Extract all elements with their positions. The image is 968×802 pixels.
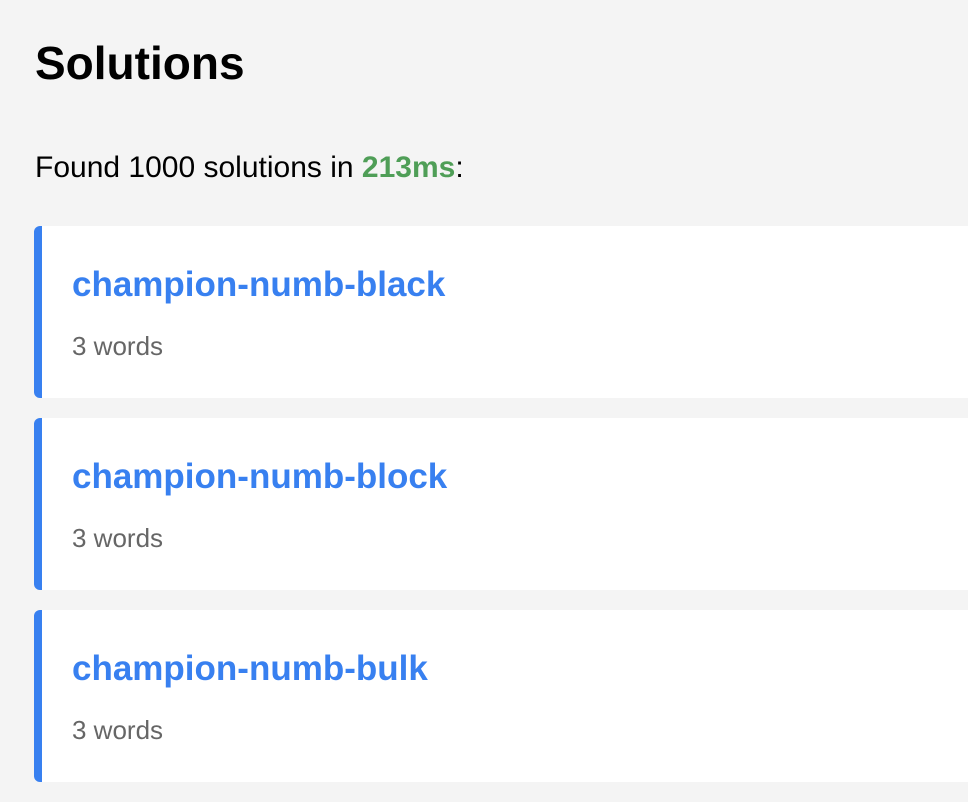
summary-text: Found 1000 solutions in	[35, 151, 362, 184]
page-title: Solutions	[35, 37, 245, 89]
solution-card[interactable]: champion-numb-black 3 words	[34, 226, 968, 398]
elapsed-time: 213ms	[361, 151, 456, 184]
summary-suffix: :	[455, 151, 464, 184]
solution-title[interactable]: champion-numb-black	[72, 264, 445, 306]
solution-card[interactable]: champion-numb-bulk 3 words	[34, 610, 968, 782]
results-summary: Found 1000 solutions in 213ms:	[35, 150, 464, 186]
solution-card[interactable]: champion-numb-block 3 words	[34, 418, 968, 590]
solution-title[interactable]: champion-numb-bulk	[72, 648, 428, 690]
solution-word-count: 3 words	[72, 715, 164, 745]
solution-word-count: 3 words	[72, 523, 164, 553]
solution-list: champion-numb-black 3 words champion-num…	[34, 226, 968, 802]
solution-title[interactable]: champion-numb-block	[72, 456, 447, 498]
solution-word-count: 3 words	[72, 331, 164, 361]
